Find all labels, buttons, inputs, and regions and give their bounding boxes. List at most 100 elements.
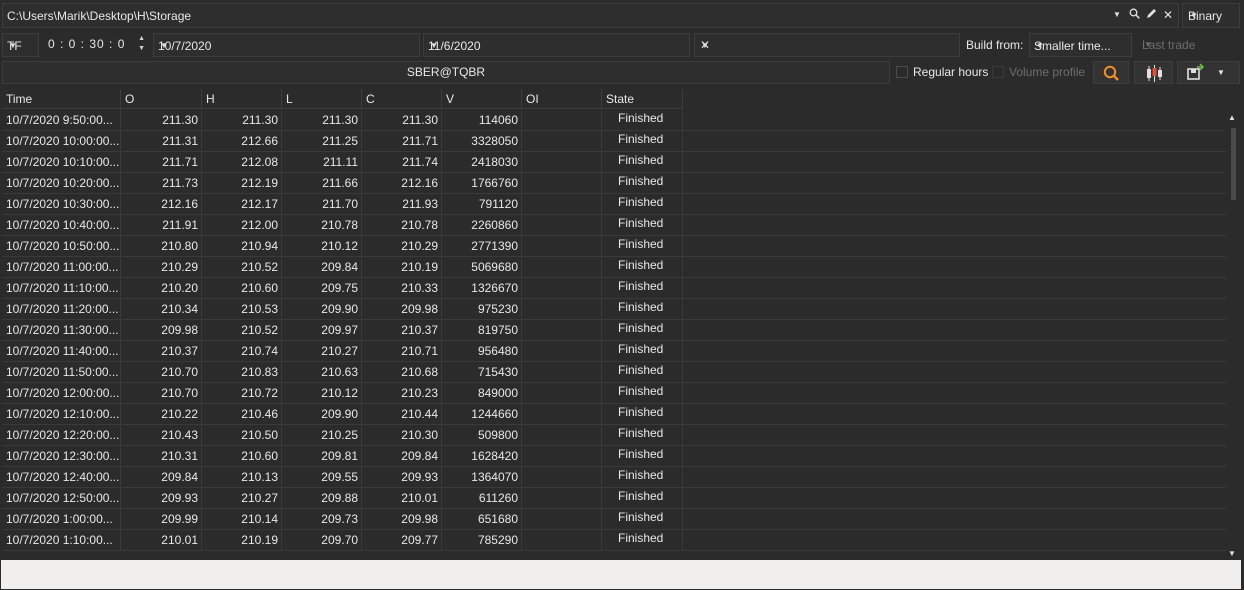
table-row[interactable]: 10/7/2020 1:10:00... 210.01 210.19 209.70 20…	[2, 530, 1226, 551]
row-filler	[683, 383, 1226, 404]
cell-volume: 785290	[442, 530, 522, 551]
table-row[interactable]: 10/7/2020 11:50:00... 210.70 210.83 210.63 2…	[2, 362, 1226, 383]
cell-oi	[522, 278, 602, 299]
column-header-time[interactable]: Time	[2, 89, 121, 109]
cell-open: 211.31	[121, 131, 202, 152]
cell-oi	[522, 236, 602, 257]
column-header-open[interactable]: O	[121, 89, 202, 109]
storage-path-combo[interactable]: C:\Users\Marik\Desktop\H\Storage ▼ ✕	[2, 3, 1179, 28]
row-filler	[683, 257, 1226, 278]
table-row[interactable]: 10/7/2020 10:40:00... 211.91 212.00 210.78 2…	[2, 215, 1226, 236]
column-header-close[interactable]: C	[362, 89, 442, 109]
cell-high: 212.66	[202, 131, 282, 152]
scrollbar-thumb[interactable]	[1231, 128, 1236, 200]
scroll-up-icon[interactable]: ▲	[1228, 113, 1236, 122]
table-row[interactable]: 10/7/2020 11:40:00... 210.37 210.74 210.27 2…	[2, 341, 1226, 362]
cell-state: Finished	[602, 236, 683, 257]
checkbox-box[interactable]	[992, 66, 1004, 78]
cell-high: 210.74	[202, 341, 282, 362]
timeframe-duration-input[interactable]: 0 : 0 : 30 : 0 ▲ ▼	[44, 33, 150, 57]
table-row[interactable]: 10/7/2020 12:10:00... 210.22 210.46 209.90 2…	[2, 404, 1226, 425]
pencil-icon[interactable]	[1145, 8, 1157, 22]
table-row[interactable]: 10/7/2020 10:20:00... 211.73 212.19 211.66 2…	[2, 173, 1226, 194]
save-icon	[1187, 63, 1205, 80]
column-header-high[interactable]: H	[202, 89, 282, 109]
scroll-down-icon[interactable]: ▼	[1228, 549, 1236, 558]
cell-low: 209.90	[282, 299, 362, 320]
table-row[interactable]: 10/7/2020 1:00:00... 209.99 210.14 209.73 20…	[2, 509, 1226, 530]
table-row[interactable]: 10/7/2020 11:10:00... 210.20 210.60 209.75 2…	[2, 278, 1226, 299]
chevron-down-icon[interactable]: ▼	[1215, 66, 1227, 80]
cell-open: 209.99	[121, 509, 202, 530]
date-to-picker[interactable]: 11/6/2020 ▼	[423, 33, 690, 57]
close-icon[interactable]: ✕	[1162, 8, 1174, 22]
cell-volume: 2418030	[442, 152, 522, 173]
grid-header: Time O H L C V OI State	[2, 89, 1240, 109]
row-filler	[683, 110, 1226, 131]
cell-volume: 1326670	[442, 278, 522, 299]
table-row[interactable]: 10/7/2020 12:20:00... 210.43 210.50 210.25 2…	[2, 425, 1226, 446]
cell-close: 210.29	[362, 236, 442, 257]
build-from-select[interactable]: Smaller time... ▼	[1029, 33, 1132, 57]
table-row[interactable]: 10/7/2020 9:50:00... 211.30 211.30 211.30 21…	[2, 110, 1226, 131]
cell-volume: 651680	[442, 509, 522, 530]
cell-close: 209.84	[362, 446, 442, 467]
security-picker[interactable]: SBER@TQBR	[2, 61, 890, 84]
timeframe-select[interactable]: TF ▼	[2, 33, 39, 57]
column-header-low[interactable]: L	[282, 89, 362, 109]
checkbox-box[interactable]	[896, 66, 908, 78]
row-filler	[683, 341, 1226, 362]
table-row[interactable]: 10/7/2020 10:10:00... 211.71 212.08 211.11 2…	[2, 152, 1226, 173]
cell-low: 209.97	[282, 320, 362, 341]
cell-high: 210.60	[202, 446, 282, 467]
cell-low: 210.63	[282, 362, 362, 383]
cell-time: 10/7/2020 11:00:00...	[2, 257, 121, 278]
table-row[interactable]: 10/7/2020 12:40:00... 209.84 210.13 209.55 2…	[2, 467, 1226, 488]
table-row[interactable]: 10/7/2020 11:20:00... 210.34 210.53 209.90 2…	[2, 299, 1226, 320]
table-row[interactable]: 10/7/2020 10:30:00... 212.16 212.17 211.70 2…	[2, 194, 1226, 215]
table-row[interactable]: 10/7/2020 10:50:00... 210.80 210.94 210.12 2…	[2, 236, 1226, 257]
table-row[interactable]: 10/7/2020 10:00:00... 211.31 212.66 211.25 2…	[2, 131, 1226, 152]
cell-state: Finished	[602, 362, 683, 383]
table-row[interactable]: 10/7/2020 11:00:00... 210.29 210.52 209.84 2…	[2, 257, 1226, 278]
timeframe-duration-value: 0 : 0 : 30 : 0	[48, 37, 126, 51]
symbol-toolbar: SBER@TQBR Regular hours Volume profile ▼	[0, 61, 1244, 85]
cell-close: 209.93	[362, 467, 442, 488]
cell-close: 211.74	[362, 152, 442, 173]
regular-hours-checkbox[interactable]: Regular hours	[896, 65, 988, 79]
last-trade-select[interactable]: Last trade ▼	[1137, 33, 1240, 57]
cell-state: Finished	[602, 425, 683, 446]
search-icon[interactable]	[1128, 8, 1140, 22]
extra-filter-combo[interactable]: ▼ ✕	[694, 33, 960, 57]
close-icon[interactable]: ✕	[699, 38, 711, 52]
table-row[interactable]: 10/7/2020 12:00:00... 210.70 210.72 210.12 2…	[2, 383, 1226, 404]
table-row[interactable]: 10/7/2020 11:30:00... 209.98 210.52 209.97 2…	[2, 320, 1226, 341]
spin-arrows-icon[interactable]: ▲ ▼	[138, 34, 145, 54]
show-chart-button[interactable]	[1134, 61, 1173, 84]
row-filler	[683, 152, 1226, 173]
column-header-oi[interactable]: OI	[522, 89, 602, 109]
cell-oi	[522, 215, 602, 236]
date-from-picker[interactable]: 10/7/2020 ▼	[153, 33, 420, 57]
cell-state: Finished	[602, 467, 683, 488]
cell-high: 212.00	[202, 215, 282, 236]
cell-open: 210.20	[121, 278, 202, 299]
vertical-scrollbar[interactable]: ▲ ▼	[1226, 111, 1240, 559]
volume-profile-checkbox[interactable]: Volume profile	[992, 65, 1085, 79]
cell-state: Finished	[602, 194, 683, 215]
range-toolbar: TF ▼ 0 : 0 : 30 : 0 ▲ ▼ 10/7/2020 ▼ 11/6/…	[0, 32, 1244, 58]
export-button[interactable]: ▼	[1177, 61, 1240, 84]
cell-high: 212.19	[202, 173, 282, 194]
table-row[interactable]: 10/7/2020 12:50:00... 209.93 210.27 209.88 2…	[2, 488, 1226, 509]
find-button[interactable]	[1093, 61, 1129, 84]
chevron-down-icon: ▼	[430, 41, 438, 50]
column-header-state[interactable]: State	[602, 89, 683, 109]
storage-format-select[interactable]: Binary ▼	[1182, 3, 1240, 28]
cell-open: 210.31	[121, 446, 202, 467]
table-row[interactable]: 10/7/2020 12:30:00... 210.31 210.60 209.81 2…	[2, 446, 1226, 467]
cell-volume: 5069680	[442, 257, 522, 278]
cell-volume: 819750	[442, 320, 522, 341]
cell-open: 212.16	[121, 194, 202, 215]
column-header-volume[interactable]: V	[442, 89, 522, 109]
dropdown-arrow-icon[interactable]: ▼	[1111, 8, 1123, 22]
